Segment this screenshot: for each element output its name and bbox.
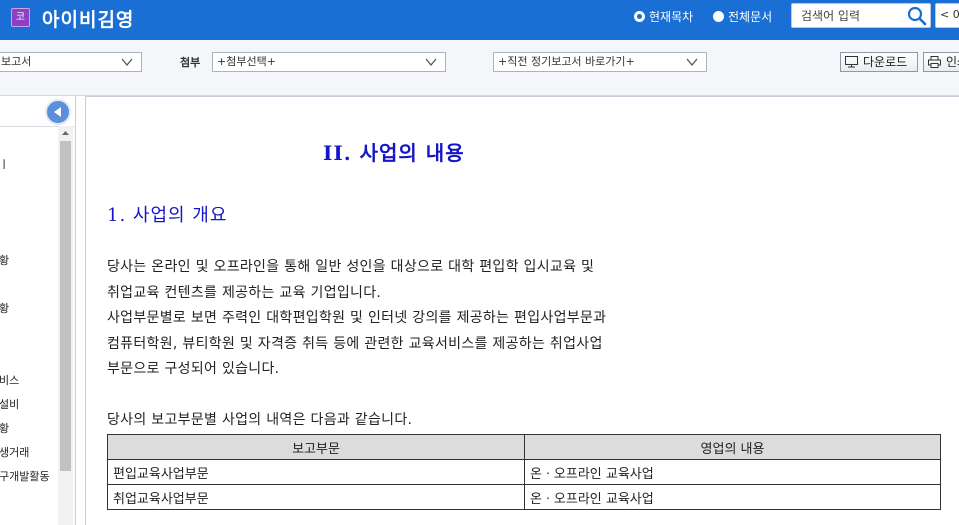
paragraph-line: 부문으로 구성되어 있습니다. [107, 361, 280, 377]
toc-item[interactable]: 비스 [0, 372, 19, 388]
radio-selected-icon [634, 11, 645, 22]
printer-icon [928, 56, 941, 68]
scope-current-label: 현재목차 [649, 10, 694, 24]
collapse-panel-button[interactable] [45, 99, 71, 125]
top-header: 코 아이비김영 현재목차 전체문서 < 0 [0, 0, 959, 40]
section-title: II. 사업의 내용 [323, 141, 465, 165]
download-label: 다운로드 [863, 55, 908, 69]
chevron-down-icon [686, 58, 698, 67]
attach-select-value: +첨부선택+ [217, 55, 276, 68]
overview-paragraph: 당사는 온라인 및 오프라인을 통해 일반 성인을 대상으로 대학 편입학 입시… [107, 255, 727, 383]
chevron-down-icon [121, 58, 133, 67]
table-cell: 온ㆍ오프라인 교육사업 [524, 484, 941, 510]
document-select-value: 보고서 [1, 55, 32, 68]
document-select[interactable]: 보고서 [0, 52, 142, 72]
chevron-left-icon [54, 107, 61, 117]
toc-item[interactable]: 황 [0, 420, 9, 436]
attach-select[interactable]: +첨부선택+ [212, 52, 446, 72]
toc-scroll-thumb[interactable] [60, 141, 71, 471]
radio-unselected-icon [713, 11, 724, 22]
table-intro: 당사의 보고부문별 사업의 내역은 다음과 같습니다. [107, 412, 413, 428]
search-icon[interactable] [907, 6, 927, 26]
toc-item[interactable]: ㅣ [0, 156, 9, 172]
search-box [791, 3, 931, 28]
print-button[interactable]: 인쇄 [923, 52, 959, 72]
table-header-cell: 보고부문 [107, 434, 525, 460]
print-label: 인쇄 [946, 55, 959, 69]
scroll-up-icon[interactable] [58, 126, 73, 140]
prev-result-button[interactable]: < 0 [935, 3, 959, 28]
table-row: 편입교육사업부문 온ㆍ오프라인 교육사업 [107, 459, 941, 485]
toc-item[interactable]: 생거래 [0, 444, 29, 460]
toc-item[interactable]: 황 [0, 300, 9, 316]
subsection-title: 1. 사업의 개요 [107, 205, 228, 226]
table-cell: 편입교육사업부문 [107, 459, 525, 485]
periodic-report-select[interactable]: +직전 정기보고서 바로가기+ [493, 52, 707, 72]
paragraph-line: 당사는 온라인 및 오프라인을 통해 일반 성인을 대상으로 대학 편입학 입시… [107, 259, 595, 275]
company-badge-icon: 코 [11, 8, 30, 27]
toolbar: 보고서 첨부 +첨부선택+ +직전 정기보고서 바로가기+ 다운로드 인쇄 [0, 40, 959, 96]
table-cell: 취업교육사업부문 [107, 484, 525, 510]
toc-scrollbar[interactable] [58, 126, 73, 525]
attach-label: 첨부 [180, 56, 201, 69]
toc-item[interactable]: 황 [0, 252, 9, 268]
chevron-down-icon [425, 58, 437, 67]
table-header-cell: 영업의 내용 [524, 434, 941, 460]
scope-current-radio[interactable]: 현재목차 [634, 8, 693, 25]
monitor-icon [845, 56, 858, 68]
toc-item[interactable]: 구개발활동 [0, 468, 50, 484]
table-header-row: 보고부문 영업의 내용 [107, 434, 941, 460]
download-button[interactable]: 다운로드 [840, 52, 918, 72]
search-input[interactable] [792, 4, 904, 27]
paragraph-line: 컴퓨터학원, 뷰티학원 및 자격증 취득 등에 관련한 교육서비스를 제공하는 … [107, 335, 603, 352]
company-name: 아이비김영 [42, 9, 135, 31]
toc-item[interactable]: 설비 [0, 396, 19, 412]
scope-all-radio[interactable]: 전체문서 [713, 8, 772, 25]
paragraph-line: 취업교육 컨텐츠를 제공하는 교육 기업입니다. [107, 284, 382, 301]
toc-panel: ㅣ 황 황 비스 설비 황 생거래 구개발활동 [0, 96, 76, 525]
paragraph-line: 사업부문별로 보면 주력인 대학편입학원 및 인터넷 강의를 제공하는 편입사업… [107, 310, 607, 326]
scope-all-label: 전체문서 [728, 10, 773, 24]
table-cell: 온ㆍ오프라인 교육사업 [524, 459, 941, 485]
periodic-report-select-value: +직전 정기보고서 바로가기+ [498, 55, 635, 68]
segment-table: 보고부문 영업의 내용 편입교육사업부문 온ㆍ오프라인 교육사업 취업교육사업부… [107, 434, 941, 510]
document-viewer: II. 사업의 내용 1. 사업의 개요 당사는 온라인 및 오프라인을 통해 … [85, 96, 959, 525]
table-row: 취업교육사업부문 온ㆍ오프라인 교육사업 [107, 484, 941, 510]
